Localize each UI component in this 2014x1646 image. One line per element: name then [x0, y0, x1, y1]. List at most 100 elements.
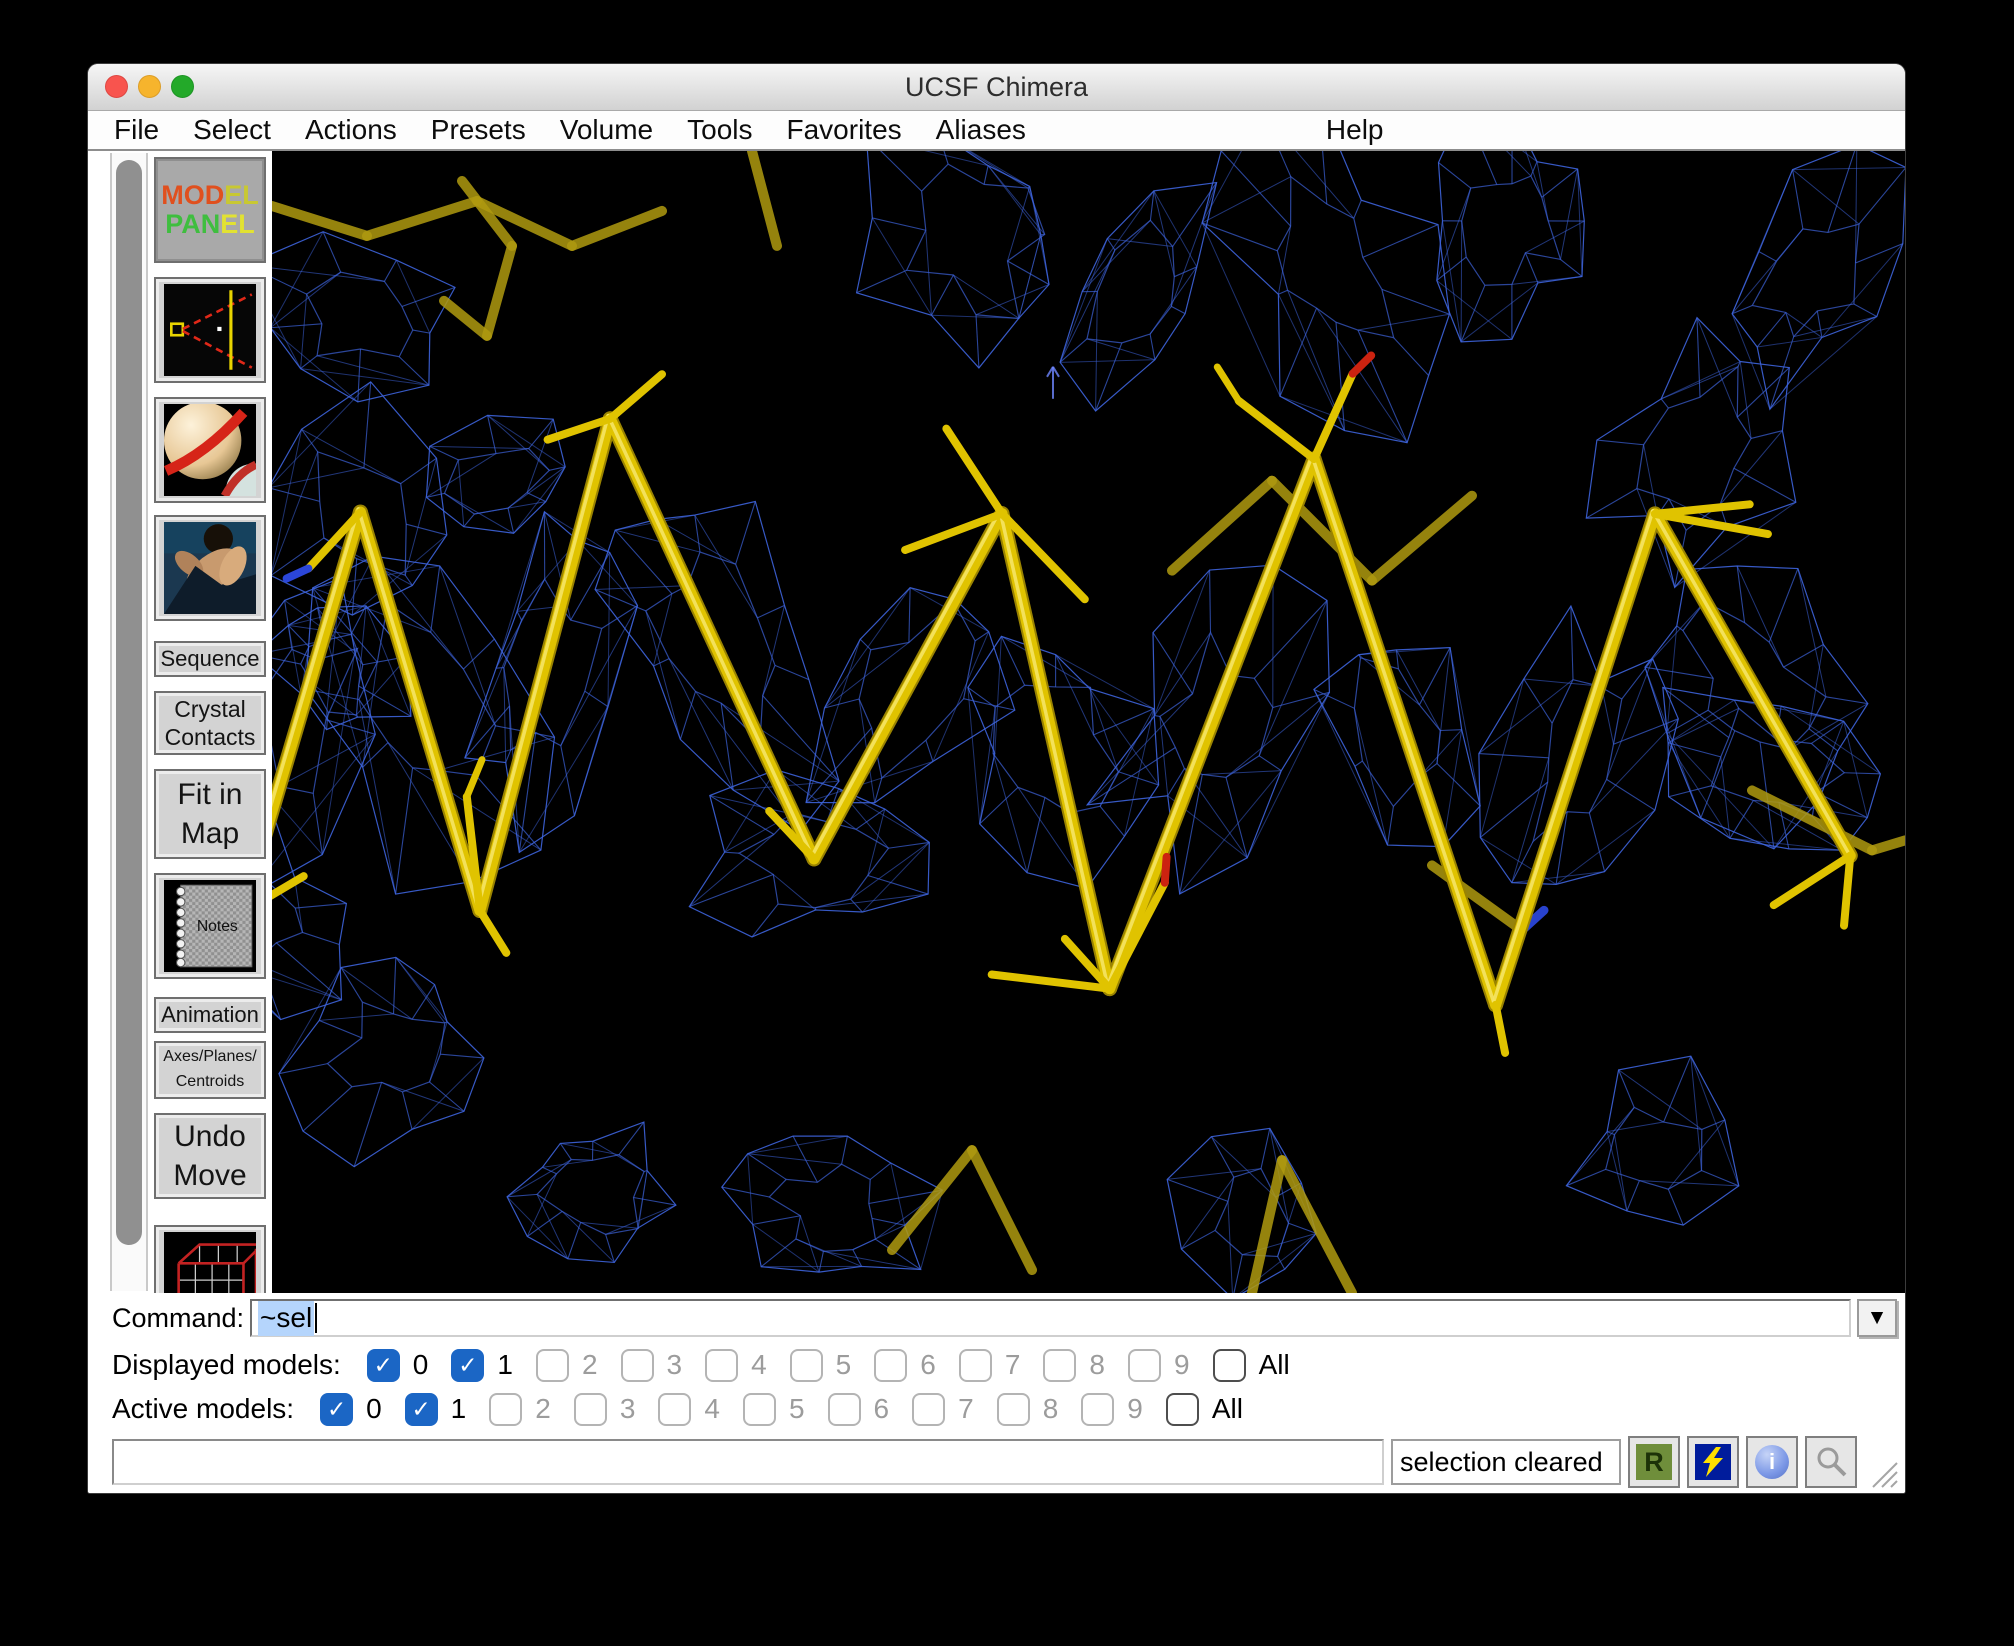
- animation-button[interactable]: Animation: [154, 997, 266, 1033]
- active-model-option-3: 3: [574, 1393, 636, 1426]
- active-model-2-checkbox[interactable]: [489, 1393, 522, 1426]
- active-models-row: Active models:✓0✓123456789All: [88, 1387, 1905, 1431]
- displayed-model-7-checkbox[interactable]: [959, 1349, 992, 1382]
- toolbar-sidebar: MODEL PANEL: [88, 151, 272, 1293]
- undo-move-label-2: Move: [173, 1156, 246, 1195]
- active-model-0-checkbox[interactable]: ✓: [320, 1393, 353, 1426]
- active-model-option-9: 9: [1081, 1393, 1143, 1426]
- displayed-model-9-checkbox[interactable]: [1128, 1349, 1161, 1382]
- menu-item-favorites[interactable]: Favorites: [787, 114, 902, 146]
- crystal-contacts-button[interactable]: Crystal Contacts: [154, 691, 266, 755]
- displayed-model-option-6: 6: [874, 1349, 936, 1382]
- resize-grip[interactable]: [1869, 1459, 1899, 1489]
- 3d-viewport[interactable]: [272, 151, 1905, 1293]
- sequence-button[interactable]: Sequence: [154, 641, 266, 677]
- active-model-5-checkbox[interactable]: [743, 1393, 776, 1426]
- magnifier-icon: [1814, 1445, 1848, 1479]
- axes-label-1: Axes/Planes/: [163, 1045, 256, 1070]
- displayed-model-0-checkbox[interactable]: ✓: [367, 1349, 400, 1382]
- active-model-option-1: ✓1: [405, 1393, 467, 1426]
- displayed-model-1-label: 1: [497, 1349, 513, 1381]
- displayed-model-7-label: 7: [1005, 1349, 1021, 1381]
- menu-item-tools[interactable]: Tools: [687, 114, 752, 146]
- active-model-option-6: 6: [828, 1393, 890, 1426]
- menu-item-select[interactable]: Select: [193, 114, 271, 146]
- menu-item-volume[interactable]: Volume: [560, 114, 653, 146]
- model-panel-button[interactable]: MODEL PANEL: [154, 157, 266, 263]
- volume-grid-icon: [164, 1232, 256, 1293]
- model-panel-text: EL: [220, 209, 255, 239]
- displayed-model-1-checkbox[interactable]: ✓: [451, 1349, 484, 1382]
- command-history-dropdown[interactable]: ▼: [1857, 1299, 1897, 1337]
- rapid-access-button[interactable]: R: [1628, 1436, 1680, 1488]
- color-actions-button[interactable]: [154, 397, 266, 503]
- minimize-button[interactable]: [138, 75, 161, 98]
- menu-item-file[interactable]: File: [114, 114, 159, 146]
- displayed-model-3-checkbox[interactable]: [621, 1349, 654, 1382]
- active-model-6-checkbox[interactable]: [828, 1393, 861, 1426]
- menu-item-presets[interactable]: Presets: [431, 114, 526, 146]
- displayed-model-all-label: All: [1259, 1349, 1290, 1381]
- steps-photo-button[interactable]: [154, 515, 266, 621]
- menu-item-help[interactable]: Help: [1326, 114, 1384, 146]
- displayed-model-option-5: 5: [790, 1349, 852, 1382]
- displayed-model-option-4: 4: [705, 1349, 767, 1382]
- active-model-1-checkbox[interactable]: ✓: [405, 1393, 438, 1426]
- axes-planes-centroids-button[interactable]: Axes/Planes/ Centroids: [154, 1041, 266, 1099]
- displayed-model-4-checkbox[interactable]: [705, 1349, 738, 1382]
- content-area: MODEL PANEL: [88, 151, 1905, 1293]
- active-model-4-checkbox[interactable]: [658, 1393, 691, 1426]
- menu-item-actions[interactable]: Actions: [305, 114, 397, 146]
- undo-move-button[interactable]: Undo Move: [154, 1113, 266, 1199]
- displayed-model-4-label: 4: [751, 1349, 767, 1381]
- volume-viewer-button[interactable]: [154, 1225, 266, 1293]
- displayed-model-6-checkbox[interactable]: [874, 1349, 907, 1382]
- displayed-model-2-checkbox[interactable]: [536, 1349, 569, 1382]
- command-value: ~sel: [258, 1301, 314, 1336]
- active-model-7-label: 7: [958, 1393, 974, 1425]
- command-input[interactable]: ~sel: [250, 1299, 1851, 1337]
- fit-in-map-button[interactable]: Fit in Map: [154, 769, 266, 859]
- active-model-9-checkbox[interactable]: [1081, 1393, 1114, 1426]
- active-model-4-label: 4: [704, 1393, 720, 1425]
- active-model-6-label: 6: [874, 1393, 890, 1425]
- displayed-model-2-label: 2: [582, 1349, 598, 1381]
- lightning-icon: [1695, 1444, 1731, 1480]
- active-model-option-5: 5: [743, 1393, 805, 1426]
- active-model-all-checkbox[interactable]: [1166, 1393, 1199, 1426]
- notes-button[interactable]: Notes: [154, 873, 266, 979]
- scrollbar-thumb[interactable]: [116, 160, 142, 1245]
- displayed-model-option-1: ✓1: [451, 1349, 513, 1382]
- rapid-access-icon: R: [1636, 1444, 1672, 1480]
- displayed-model-8-checkbox[interactable]: [1043, 1349, 1076, 1382]
- active-model-3-checkbox[interactable]: [574, 1393, 607, 1426]
- maximize-button[interactable]: [171, 75, 194, 98]
- displayed-model-option-3: 3: [621, 1349, 683, 1382]
- model-panel-text: MOD: [161, 180, 224, 210]
- animation-label: Animation: [161, 1002, 259, 1028]
- active-model-option-all: All: [1166, 1393, 1243, 1426]
- displayed-model-all-checkbox[interactable]: [1213, 1349, 1246, 1382]
- chimera-window: UCSF Chimera File Select Actions Presets Vol…: [88, 64, 1905, 1493]
- titlebar: UCSF Chimera: [88, 64, 1905, 111]
- density-mesh-layer: [272, 151, 1905, 1293]
- notes-label: Notes: [197, 918, 238, 935]
- info-icon: i: [1755, 1445, 1789, 1479]
- status-input[interactable]: [112, 1439, 1384, 1485]
- desktop: UCSF Chimera File Select Actions Presets Vol…: [0, 0, 2014, 1646]
- sidebar-scrollbar[interactable]: [110, 153, 148, 1291]
- traffic-lights: [105, 75, 194, 98]
- active-model-1-label: 1: [451, 1393, 467, 1425]
- active-model-8-checkbox[interactable]: [997, 1393, 1030, 1426]
- search-button[interactable]: [1805, 1436, 1857, 1488]
- active-model-7-checkbox[interactable]: [912, 1393, 945, 1426]
- active-model-option-7: 7: [912, 1393, 974, 1426]
- menu-item-aliases[interactable]: Aliases: [936, 114, 1026, 146]
- side-view-button[interactable]: [154, 277, 266, 383]
- info-button[interactable]: i: [1746, 1436, 1798, 1488]
- displayed-model-5-checkbox[interactable]: [790, 1349, 823, 1382]
- density-mesh-and-model-canvas[interactable]: [272, 151, 1905, 1293]
- close-button[interactable]: [105, 75, 128, 98]
- lightning-button[interactable]: [1687, 1436, 1739, 1488]
- active-model-option-0: ✓0: [320, 1393, 382, 1426]
